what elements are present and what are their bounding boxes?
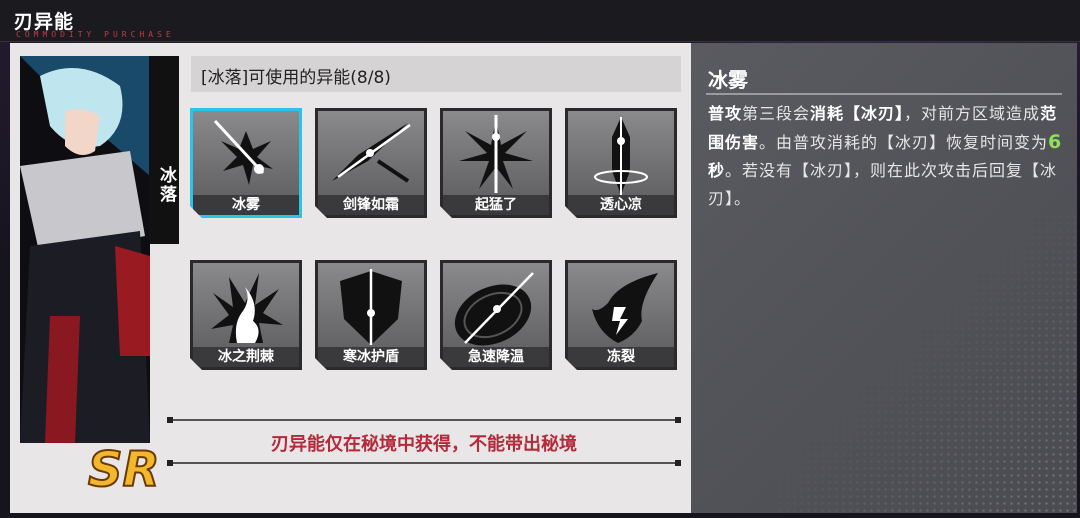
skill-label: 剑锋如霜 [318, 195, 424, 215]
skill-label: 冰雾 [193, 195, 299, 215]
divider-top [167, 417, 681, 423]
skill-card-frost-blade[interactable]: 剑锋如霜 [315, 108, 427, 218]
rarity-text: SR [88, 442, 160, 498]
skill-label: 起猛了 [443, 195, 549, 215]
top-bar: 刃异能 COMMODITY PURCHASE [0, 0, 1080, 42]
sr-rarity-badge: SR [87, 441, 161, 498]
freeze-crack-icon [568, 263, 674, 349]
desc-text: 。若没有【冰刃】，则在此次攻击后回复【冰刃】。 [708, 161, 1058, 208]
skill-label: 寒冰护盾 [318, 347, 424, 367]
dot-pattern [777, 213, 1077, 513]
divider-bottom [167, 460, 681, 466]
skill-card-ice-cross-sword[interactable]: 透心凉 [565, 108, 677, 218]
skill-card-rapid-cooling[interactable]: 急速降温 [440, 260, 552, 370]
skill-label: 冰之荆棘 [193, 347, 299, 367]
detail-description: 普攻第三段会消耗【冰刃】，对前方区域造成范围伤害。由普攻消耗的【冰刃】恢复时间变… [708, 100, 1063, 213]
desc-term: 普攻 [708, 104, 743, 123]
rapid-cooling-icon [443, 263, 549, 349]
ice-mist-icon [193, 111, 299, 197]
skill-card-freeze-crack[interactable]: 冻裂 [565, 260, 677, 370]
detail-title: 冰雾 [708, 68, 748, 92]
desc-term: 消耗【冰刃】 [810, 104, 905, 123]
desc-term: 秒 [708, 161, 726, 180]
desc-text: 第三段会 [742, 104, 811, 123]
skill-card-ice-mist[interactable]: 冰雾 [190, 108, 302, 218]
skill-label: 透心凉 [568, 195, 674, 215]
ice-thorn-icon [193, 263, 299, 349]
ice-cross-sword-icon [568, 111, 674, 197]
skill-label: 冻裂 [568, 347, 674, 367]
sword-burst-icon [443, 111, 549, 197]
skill-label: 急速降温 [443, 347, 549, 367]
skill-card-ice-shield[interactable]: 寒冰护盾 [315, 260, 427, 370]
desc-text: 。由普攻消耗的【冰刃】恢复时间变为 [759, 133, 1049, 152]
skill-card-ice-thorn[interactable]: 冰之荆棘 [190, 260, 302, 370]
notice-text: 刃异能仅在秘境中获得，不能带出秘境 [271, 434, 577, 455]
page-subtitle: COMMODITY PURCHASE [16, 30, 175, 39]
character-name: 冰落 [149, 56, 179, 244]
frost-blade-icon [318, 111, 424, 197]
ice-shield-icon [318, 263, 424, 349]
skill-card-sword-burst[interactable]: 起猛了 [440, 108, 552, 218]
skill-list-heading: [冰落]可使用的异能(8/8) [191, 56, 681, 92]
desc-number: 6 [1048, 131, 1063, 153]
character-portrait [20, 56, 150, 443]
detail-divider [706, 93, 1062, 95]
desc-text: ，对前方区域造成 [904, 104, 1041, 123]
